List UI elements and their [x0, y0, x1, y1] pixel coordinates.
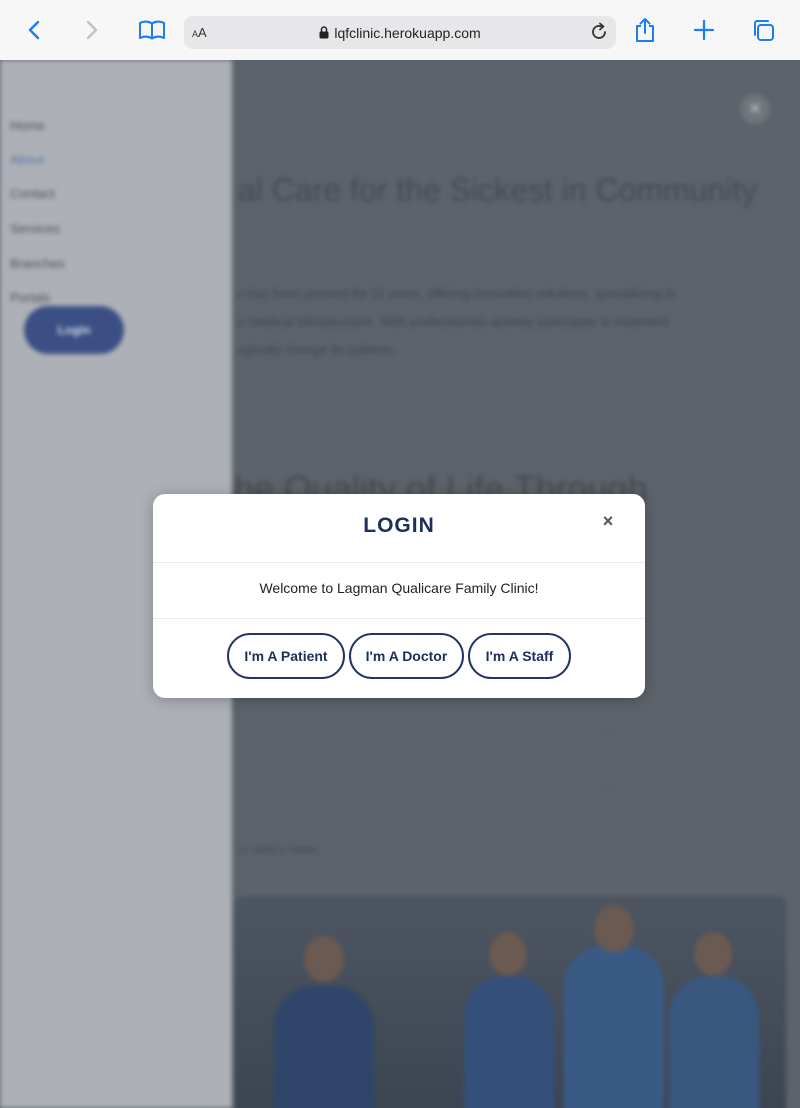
- hero-paragraph-line: ogically change its patients.: [238, 342, 397, 357]
- close-icon[interactable]: ×: [597, 510, 619, 532]
- bookmarks-icon: [139, 20, 165, 40]
- team-photo: [234, 896, 786, 1108]
- reload-icon[interactable]: [588, 21, 610, 43]
- address-bar[interactable]: AA lqfclinic.herokuapp.com: [184, 16, 616, 49]
- modal-title: LOGIN: [363, 514, 435, 537]
- nav-item-contact: Contact: [10, 186, 55, 201]
- share-button[interactable]: [629, 14, 661, 46]
- body-text-line: ...: [600, 720, 611, 734]
- hero-title: al Care for the Sickest in Community: [238, 172, 758, 208]
- forward-icon: [86, 20, 98, 40]
- nav-item-portals: Portals: [10, 290, 51, 305]
- nav-item-home: Home: [10, 118, 45, 133]
- modal-footer: I'm A Patient I'm A Doctor I'm A Staff: [153, 618, 645, 698]
- browser-toolbar: AA lqfclinic.herokuapp.com: [0, 0, 800, 61]
- nav-item-about: About: [10, 152, 44, 167]
- login-modal: LOGIN × Welcome to Lagman Qualicare Fami…: [153, 494, 645, 698]
- tabs-icon: [754, 20, 774, 41]
- body-text-line: ...: [600, 776, 611, 790]
- new-tab-button[interactable]: [688, 14, 720, 46]
- staff-login-button[interactable]: I'm A Staff: [468, 633, 571, 679]
- nav-item-branches: Branches: [10, 256, 65, 271]
- menu-close-icon: ✕: [740, 94, 770, 124]
- url-text: lqfclinic.herokuapp.com: [334, 25, 481, 41]
- modal-body: Welcome to Lagman Qualicare Family Clini…: [153, 562, 645, 619]
- lock-icon: [319, 26, 329, 39]
- nav-item-services: Services: [10, 221, 60, 236]
- back-icon: [28, 20, 40, 40]
- new-tab-icon: [693, 19, 715, 41]
- tabs-button[interactable]: [747, 14, 779, 46]
- patient-login-button[interactable]: I'm A Patient: [227, 633, 345, 679]
- hero-paragraph-line: e medical infrastructure. With professio…: [238, 314, 670, 329]
- hero-paragraph-line: c has been present for 11 years, offerin…: [238, 286, 676, 301]
- nav-login-button: Login: [24, 306, 124, 354]
- share-icon: [636, 18, 654, 42]
- welcome-message: Welcome to Lagman Qualicare Family Clini…: [259, 580, 539, 596]
- photo-caption: rs, clinic's owner: [238, 844, 319, 856]
- back-button[interactable]: [18, 14, 50, 46]
- modal-header: LOGIN ×: [153, 494, 645, 563]
- bookmarks-button[interactable]: [136, 14, 168, 46]
- forward-button[interactable]: [76, 14, 108, 46]
- doctor-login-button[interactable]: I'm A Doctor: [349, 633, 464, 679]
- url-display[interactable]: lqfclinic.herokuapp.com: [184, 25, 616, 41]
